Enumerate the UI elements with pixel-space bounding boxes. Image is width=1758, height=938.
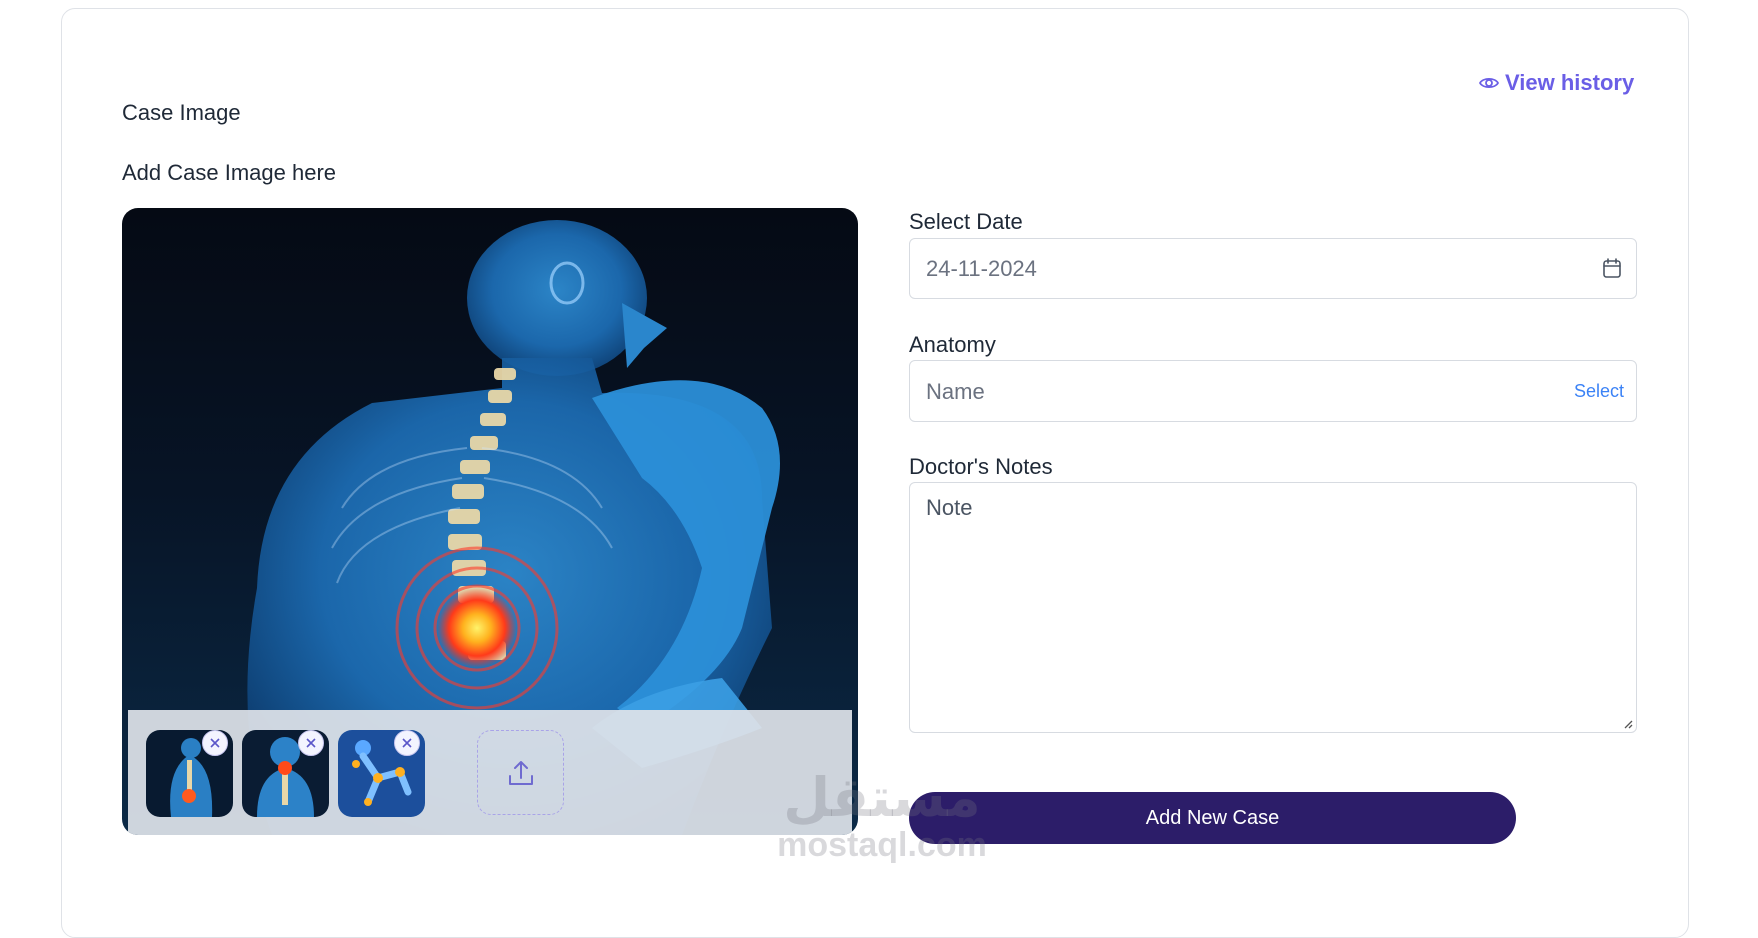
calendar-icon[interactable] [1602, 257, 1622, 279]
close-icon [402, 738, 412, 748]
case-image-title: Case Image [122, 100, 241, 125]
add-new-case-label: Add New Case [1145, 806, 1280, 829]
anatomy-label: Anatomy [909, 332, 996, 357]
add-new-case-button[interactable]: Add New Case [909, 792, 1516, 844]
remove-thumbnail-3-button[interactable] [394, 730, 420, 756]
anatomy-field[interactable]: Name Select [909, 360, 1637, 422]
upload-image-button[interactable] [477, 730, 564, 815]
view-history-link[interactable]: View history [1479, 70, 1634, 96]
remove-thumbnail-1-button[interactable] [202, 730, 228, 756]
upload-icon [508, 760, 533, 785]
date-field[interactable]: 24-11-2024 [909, 238, 1637, 299]
notes-placeholder: Note [926, 495, 973, 520]
notes-label: Doctor's Notes [909, 454, 1053, 479]
resize-grip-icon[interactable] [1623, 719, 1633, 729]
close-icon [306, 738, 316, 748]
anatomy-placeholder: Name [926, 379, 985, 404]
date-value: 24-11-2024 [926, 256, 1037, 281]
notes-textarea[interactable]: Note [909, 482, 1637, 733]
view-history-label: View history [1505, 70, 1635, 95]
date-label: Select Date [909, 209, 1023, 234]
thumbnail-strip [128, 710, 852, 835]
case-image-subtitle: Add Case Image here [122, 160, 337, 185]
anatomy-select-button[interactable]: Select [1574, 381, 1624, 402]
case-image-preview[interactable] [122, 208, 858, 835]
remove-thumbnail-2-button[interactable] [298, 730, 324, 756]
close-icon [210, 738, 220, 748]
eye-icon [1479, 77, 1499, 89]
